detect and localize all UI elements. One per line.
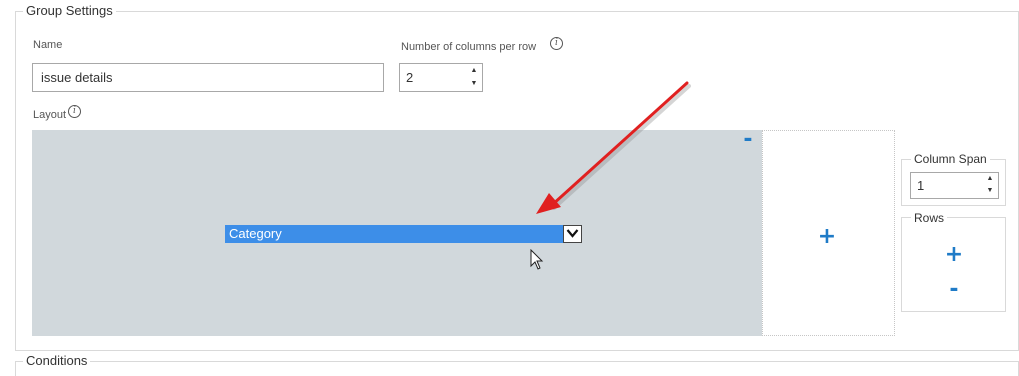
columns-per-row-spinner[interactable]: 2 ▲ ▼ xyxy=(399,63,483,92)
info-icon: i xyxy=(68,105,81,118)
conditions-fieldset xyxy=(15,361,1019,376)
column-span-value: 1 xyxy=(917,178,925,193)
info-icon: i xyxy=(550,37,563,50)
group-settings-legend: Group Settings xyxy=(23,4,116,18)
up-arrow-icon[interactable]: ▲ xyxy=(469,67,479,75)
remove-cell-button[interactable]: - xyxy=(739,127,757,152)
down-arrow-icon[interactable]: ▼ xyxy=(469,80,479,88)
chevron-down-icon[interactable] xyxy=(563,225,582,243)
field-select-value: Category xyxy=(229,226,282,241)
name-input[interactable] xyxy=(32,63,384,92)
column-span-legend: Column Span xyxy=(911,152,990,166)
add-row-button[interactable]: + xyxy=(942,242,966,267)
name-label: Name xyxy=(33,39,63,51)
group-settings-page: Group Settings Name Number of columns pe… xyxy=(0,0,1019,376)
layout-label: Layout xyxy=(33,109,67,121)
rows-legend: Rows xyxy=(911,211,948,225)
add-cell-button[interactable]: + xyxy=(815,224,839,249)
remove-row-button[interactable]: - xyxy=(944,277,964,302)
down-arrow-icon[interactable]: ▼ xyxy=(985,187,995,195)
field-select[interactable]: Category xyxy=(225,225,582,243)
layout-cell-empty[interactable]: + xyxy=(762,130,895,336)
columns-per-row-value: 2 xyxy=(406,70,414,85)
conditions-legend: Conditions xyxy=(23,354,91,368)
column-span-spinner[interactable]: 1 ▲ ▼ xyxy=(910,172,999,199)
up-arrow-icon[interactable]: ▲ xyxy=(985,175,995,183)
columns-per-row-label: Number of columns per row xyxy=(401,41,537,53)
layout-cell-active[interactable]: - Category xyxy=(32,127,762,336)
